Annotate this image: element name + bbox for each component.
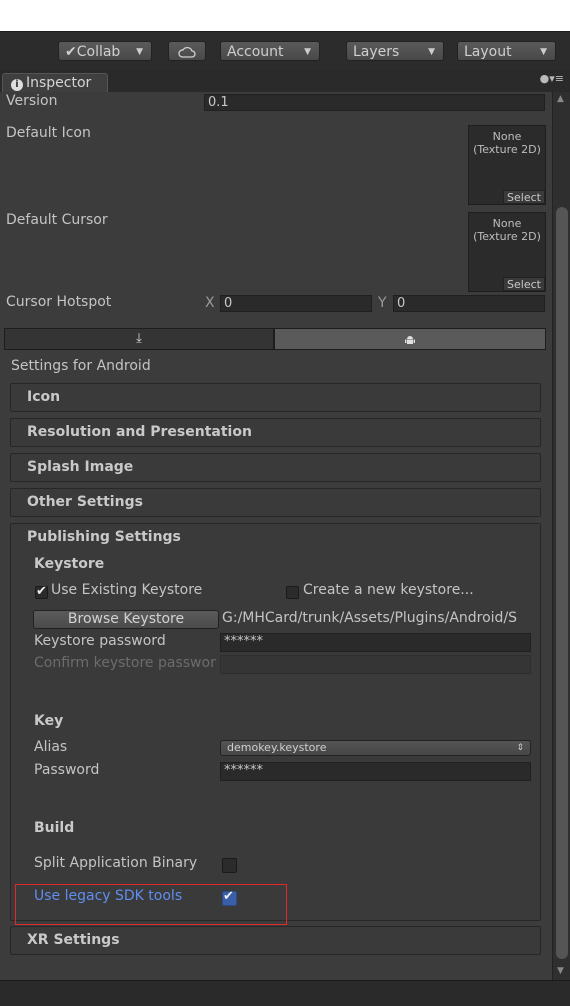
version-field[interactable]: 0.1 (204, 94, 545, 111)
checkmark-icon: ✔ (65, 44, 77, 60)
texture-type-label: (Texture 2D) (473, 143, 541, 156)
panel-options: ●▾≡ (540, 72, 564, 85)
scroll-up-icon[interactable]: ▲ (557, 94, 564, 104)
tab-bar: i Inspector ●▾≡ (0, 70, 570, 93)
layout-label: Layout (464, 44, 512, 60)
download-icon: ⤓ (136, 331, 142, 346)
alias-label: Alias (34, 739, 68, 755)
default-icon-label: Default Icon (6, 125, 91, 141)
section-title: Splash Image (27, 459, 134, 475)
keystore-password-field[interactable]: ****** (220, 633, 531, 652)
lock-icon[interactable]: ● (540, 72, 550, 85)
info-icon: i (11, 79, 23, 91)
account-label: Account (227, 44, 284, 60)
layers-button[interactable]: Layers ▼ (346, 41, 444, 61)
tab-inspector[interactable]: i Inspector (2, 73, 108, 92)
texture-type-label: (Texture 2D) (473, 230, 541, 243)
section-title[interactable]: Publishing Settings (27, 529, 181, 545)
keystore-password-label: Keystore password (34, 633, 166, 649)
build-heading: Build (34, 820, 75, 836)
default-cursor-label: Default Cursor (6, 212, 108, 228)
inspector-panel: Version 0.1 Default Icon None (Texture 2… (0, 92, 552, 980)
key-heading: Key (34, 713, 64, 729)
section-title: Other Settings (27, 494, 143, 510)
collab-button[interactable]: ✔Collab ▼ (58, 41, 152, 61)
alias-dropdown[interactable]: demokey.keystore ⇕ (220, 740, 531, 756)
select-button[interactable]: Select (503, 277, 545, 291)
hotspot-x-field[interactable]: 0 (220, 295, 372, 312)
chevron-down-icon: ▼ (428, 47, 435, 57)
collab-label: Collab (76, 44, 121, 60)
layers-label: Layers (353, 44, 400, 60)
section-splash-image[interactable]: Splash Image (10, 453, 541, 482)
scroll-thumb[interactable] (556, 207, 568, 959)
menu-icon[interactable]: ▾≡ (549, 72, 564, 85)
browse-keystore-button[interactable]: Browse Keystore (33, 610, 219, 629)
platform-tab-android[interactable] (274, 328, 546, 350)
keystore-heading: Keystore (34, 556, 105, 572)
use-existing-keystore-checkbox[interactable] (35, 584, 48, 599)
section-icon[interactable]: Icon (10, 383, 541, 412)
confirm-password-label: Confirm keystore passwor (34, 655, 216, 671)
android-icon (405, 336, 415, 344)
status-bar (0, 980, 570, 1006)
split-binary-label: Split Application Binary (34, 855, 198, 871)
chevron-down-icon: ▼ (136, 47, 143, 57)
texture-none-label: None (492, 217, 522, 230)
default-cursor-texture[interactable]: None (Texture 2D) Select (468, 212, 546, 292)
split-binary-checkbox[interactable] (222, 858, 237, 873)
section-resolution[interactable]: Resolution and Presentation (10, 418, 541, 447)
y-label: Y (378, 295, 387, 311)
use-existing-keystore-label: Use Existing Keystore (51, 582, 203, 598)
section-xr-settings[interactable]: XR Settings (10, 926, 541, 955)
tab-label: Inspector (26, 75, 92, 91)
cloud-icon (178, 46, 196, 58)
settings-for-label: Settings for Android (11, 358, 151, 374)
scroll-down-icon[interactable]: ▼ (557, 966, 564, 976)
confirm-password-field (220, 655, 531, 674)
main-toolbar: ✔Collab ▼ Account ▼ Layers ▼ Layout ▼ (0, 31, 570, 70)
section-title: XR Settings (27, 932, 120, 948)
password-label: Password (34, 762, 100, 778)
select-button[interactable]: Select (503, 190, 545, 204)
platform-tab-standalone[interactable]: ⤓ (4, 328, 274, 350)
keystore-path: G:/MHCard/trunk/Assets/Plugins/Android/S (222, 610, 518, 626)
chevron-down-icon: ▼ (304, 47, 311, 57)
inspector-scrollbar[interactable]: ▲ ▼ (552, 92, 570, 980)
create-keystore-checkbox[interactable] (286, 586, 299, 599)
hotspot-y-field[interactable]: 0 (393, 295, 545, 312)
default-icon-texture[interactable]: None (Texture 2D) Select (468, 125, 546, 205)
create-keystore-label: Create a new keystore... (303, 582, 474, 598)
cursor-hotspot-label: Cursor Hotspot (6, 294, 112, 310)
version-label: Version (6, 93, 58, 109)
section-other-settings[interactable]: Other Settings (10, 488, 541, 517)
section-title: Icon (27, 389, 61, 405)
highlight-annotation (15, 884, 287, 925)
layout-button[interactable]: Layout ▼ (457, 41, 556, 61)
chevron-down-icon: ▼ (540, 47, 547, 57)
chevron-updown-icon: ⇕ (516, 743, 524, 753)
section-title: Resolution and Presentation (27, 424, 252, 440)
key-password-field[interactable]: ****** (220, 762, 531, 781)
platform-tabs: ⤓ (4, 328, 546, 350)
texture-none-label: None (492, 130, 522, 143)
alias-value: demokey.keystore (227, 741, 327, 754)
account-button[interactable]: Account ▼ (220, 41, 320, 61)
cloud-button[interactable] (168, 41, 206, 61)
x-label: X (205, 295, 215, 311)
